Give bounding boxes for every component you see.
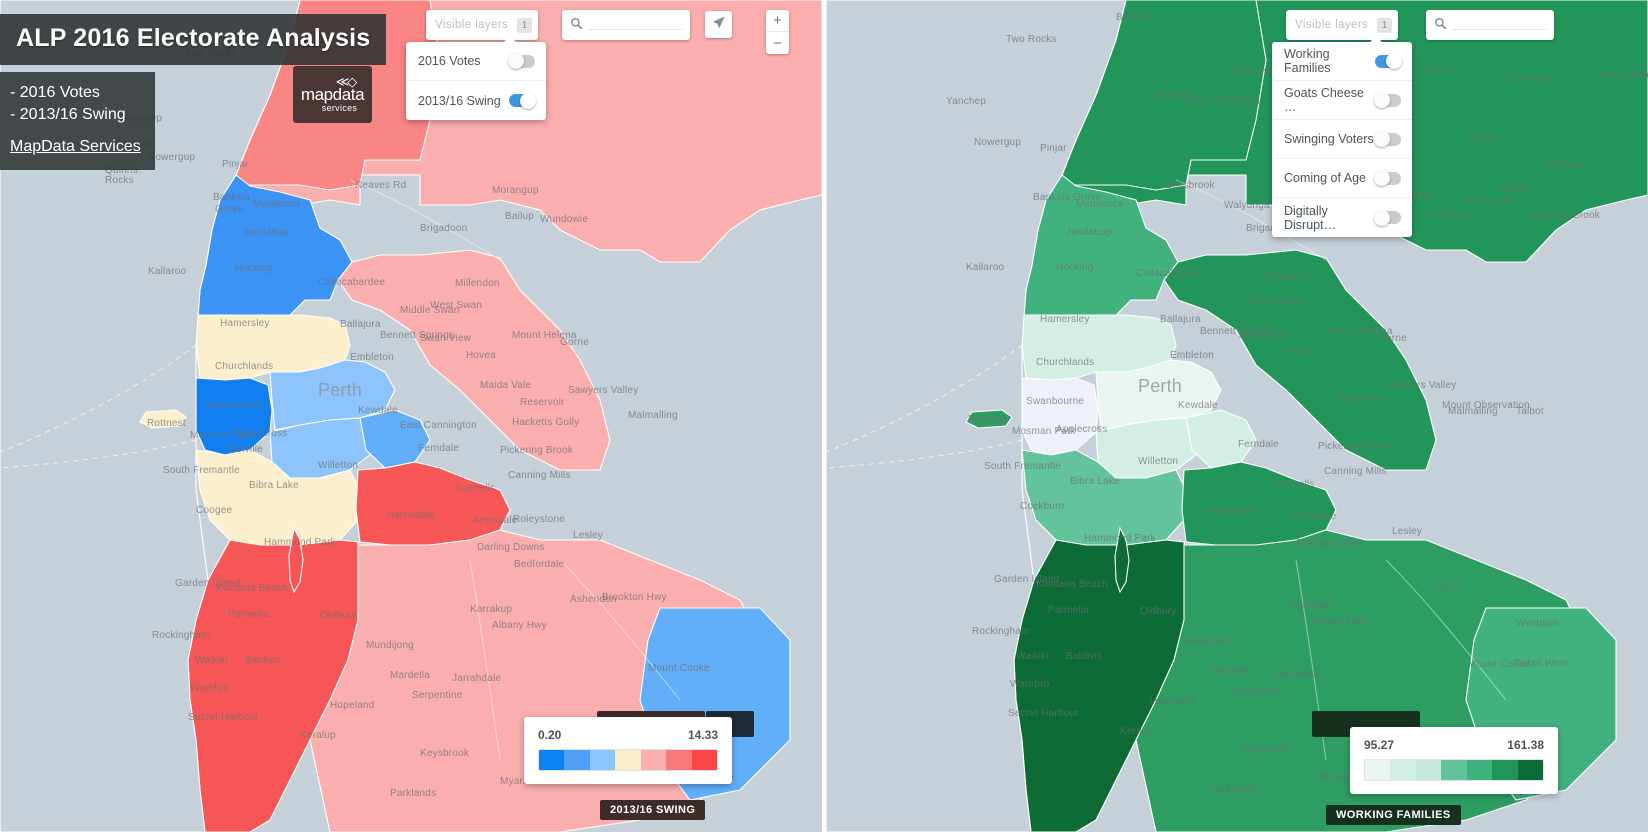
send-location-button[interactable] (705, 11, 732, 38)
layer-row-goats-cheese[interactable]: Goats Cheese … (1272, 81, 1412, 120)
layer-row-swinging-voters[interactable]: Swinging Voters (1272, 120, 1412, 159)
visible-layers-count: 1 (1377, 17, 1392, 33)
layers-dropdown-right[interactable]: Working Families Goats Cheese … Swinging… (1272, 36, 1412, 237)
legend-right: 95.27 161.38 (1350, 727, 1558, 794)
layer-label: Swinging Voters (1284, 132, 1374, 146)
layer-label: 2013/16 Swing (418, 93, 501, 108)
send-icon (711, 15, 726, 35)
legend-swatch-6 (691, 750, 717, 770)
legend-caption-right: WORKING FAMILIES (1326, 805, 1461, 825)
legend-swatch-6 (1517, 760, 1543, 780)
legend-swatch-2 (1415, 760, 1442, 780)
legend-swatch-4 (1466, 760, 1493, 780)
layer-label: Coming of Age (1284, 171, 1366, 185)
visible-layers-placeholder: Visible layers (1295, 19, 1369, 31)
layer-label: Goats Cheese … (1284, 86, 1364, 114)
legend-swatch-4 (640, 750, 667, 770)
pane-divider (822, 0, 826, 832)
search-input[interactable] (589, 28, 682, 30)
mapdata-wordmark: mapdata (300, 85, 365, 104)
zoom-controls-left[interactable]: + − (766, 10, 789, 54)
layer-toggle-swinging-voters[interactable] (1374, 131, 1401, 147)
legend-max: 14.33 (687, 728, 718, 742)
layer-label: Working Families (1284, 47, 1331, 75)
visible-layers-count: 1 (517, 17, 532, 33)
search-box-left[interactable] (562, 10, 690, 40)
map-pane-left[interactable]: Two RocksYanchepAlkimosNowergupPinjarQui… (0, 0, 822, 832)
legend-caption-left: 2013/16 SWING (600, 800, 706, 820)
visible-layers-placeholder: Visible layers (435, 19, 509, 31)
layer-toggle-2016-votes[interactable] (508, 53, 535, 69)
layer-toggle-digitally-disrupted[interactable] (1374, 209, 1401, 226)
dual-map-dashboard: Two RocksYanchepAlkimosNowergupPinjarQui… (0, 0, 1648, 832)
layer-row-working-families[interactable]: Working Families (1272, 42, 1412, 81)
layer-toggle-goats-cheese[interactable] (1374, 92, 1401, 108)
legend-range-right: 95.27 161.38 (1364, 738, 1544, 752)
legend-swatch-5 (1492, 760, 1518, 780)
layer-toggle-working-families[interactable] (1375, 53, 1402, 69)
layer-label: Digitally Disrupt… (1284, 203, 1337, 232)
map-pane-right[interactable]: Breera Two Rocks Moondyne Nunile Buckland Jen… (826, 0, 1648, 832)
legend-swatch-5 (666, 750, 692, 770)
layer-row-digitally-disrupted[interactable]: Digitally Disrupt… (1272, 198, 1412, 237)
layer-row-2016-votes[interactable]: 2016 Votes (406, 42, 546, 81)
legend-swatch-0 (539, 750, 565, 770)
map-canvas-right[interactable]: Breera Two Rocks Moondyne Nunile Buckland Jen… (826, 0, 1648, 832)
zoom-out-button[interactable]: − (766, 32, 789, 54)
mapdata-subwordmark: services (321, 103, 358, 113)
legend-swatch-1 (564, 750, 590, 770)
note-item: - 2013/16 Swing (10, 106, 126, 123)
visible-layers-select-left[interactable]: Visible layers 1 (426, 10, 538, 40)
legend-swatch-0 (1365, 760, 1391, 780)
note-item: - 2016 Votes (10, 84, 100, 101)
mapdata-services-link[interactable]: MapData Services (10, 138, 141, 155)
zoom-in-button[interactable]: + (766, 10, 789, 32)
search-icon (570, 17, 583, 33)
layer-toggle-swing[interactable] (509, 92, 536, 109)
legend-range-left: 0.20 14.33 (538, 728, 718, 742)
legend-swatch-3 (1441, 760, 1467, 780)
legend-swatch-2 (589, 750, 616, 770)
legend-color-ramp-left (538, 749, 718, 771)
layers-dropdown-left[interactable]: 2016 Votes 2013/16 Swing (406, 36, 546, 120)
mapdata-logo: ≪◇ mapdata services (293, 66, 372, 123)
layer-label: 2016 Votes (418, 54, 481, 68)
legend-swatch-3 (615, 750, 641, 770)
legend-min: 0.20 (538, 728, 562, 742)
legend-swatch-1 (1390, 760, 1416, 780)
legend-color-ramp-right (1364, 759, 1544, 781)
page-title-left: ALP 2016 Electorate Analysis (0, 14, 387, 65)
search-icon (1434, 17, 1447, 33)
search-input[interactable] (1453, 28, 1546, 30)
search-box-right[interactable] (1426, 10, 1554, 40)
layer-row-coming-of-age[interactable]: Coming of Age (1272, 159, 1412, 198)
legend-max: 161.38 (1507, 738, 1544, 752)
layer-toggle-coming-of-age[interactable] (1374, 170, 1401, 186)
legend-notes-left: - 2016 Votes - 2013/16 Swing MapData Ser… (0, 72, 155, 170)
legend-min: 95.27 (1364, 738, 1395, 752)
legend-left: 0.20 14.33 (524, 717, 732, 784)
choropleth-right (826, 0, 1648, 832)
layer-row-swing[interactable]: 2013/16 Swing (406, 81, 546, 120)
